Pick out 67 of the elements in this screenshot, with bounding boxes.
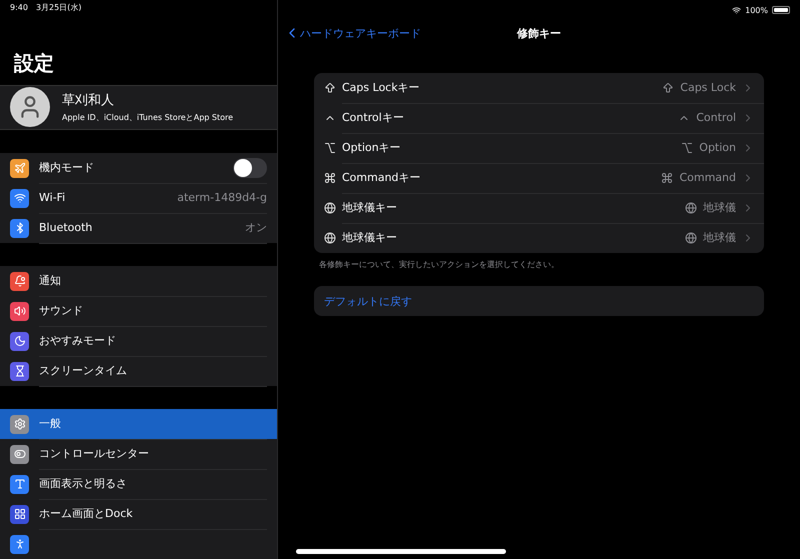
profile-subtitle: Apple ID、iCloud、iTunes StoreとApp Store	[62, 112, 234, 124]
profile-name: 草刈和人	[62, 92, 115, 110]
sidebar-item[interactable]: 機内モード	[0, 153, 277, 183]
avatar-icon	[10, 87, 50, 128]
modifier-key-row[interactable]: Commandキー Command	[314, 163, 764, 193]
sidebar-label: Wi-Fi	[39, 191, 66, 204]
battery-icon	[772, 6, 790, 14]
sidebar-value: オン	[245, 220, 267, 235]
sidebar-item[interactable]: スクリーンタイム	[0, 356, 277, 386]
globe-icon	[324, 202, 336, 214]
command-key-icon	[661, 172, 674, 184]
sidebar-item[interactable]: 一般	[0, 409, 277, 439]
sidebar-label: コントロールセンター	[39, 446, 149, 461]
sidebar-item[interactable]: Wi-Fi aterm-1489d4-g	[0, 183, 277, 213]
key-label: Caps Lockキー	[342, 80, 420, 95]
sidebar-item[interactable]: 画面表示と明るさ	[0, 469, 277, 499]
key-value: Option	[699, 141, 736, 154]
globe-icon	[685, 232, 697, 244]
reset-button[interactable]: デフォルトに戻す	[314, 286, 764, 316]
sidebar-label: サウンド	[39, 303, 83, 318]
key-label: 地球儀キー	[342, 200, 397, 215]
shift-arrow-icon	[324, 82, 336, 94]
sidebar-item[interactable]: コントロールセンター	[0, 439, 277, 469]
status-date: 3月25日(水)	[36, 2, 82, 14]
toggle-switch[interactable]	[233, 158, 267, 178]
sidebar-item[interactable]: おやすみモード	[0, 326, 277, 356]
wifi-icon	[732, 6, 742, 14]
nav-title: 修飾キー	[517, 26, 561, 40]
sidebar-label: 通知	[39, 273, 61, 288]
option-key-icon	[681, 142, 694, 154]
sidebar-item[interactable]: ホーム画面とDock	[0, 499, 277, 529]
modifier-key-row[interactable]: Controlキー Control	[314, 103, 764, 133]
key-label: 地球儀キー	[342, 230, 397, 245]
sidebar-label: 画面表示と明るさ	[39, 476, 127, 491]
modifier-key-row[interactable]: 地球儀キー 地球儀	[314, 193, 764, 223]
key-label: Commandキー	[342, 170, 421, 185]
key-value: Caps Lock	[680, 81, 736, 94]
footer-note: 各修飾キーについて、実行したいアクションを選択してください。	[319, 259, 560, 270]
shift-arrow-icon	[662, 82, 674, 94]
battery-percent: 100%	[745, 6, 768, 14]
sidebar-label: ホーム画面とDock	[39, 506, 133, 521]
key-label: Optionキー	[342, 140, 401, 155]
globe-icon	[685, 202, 697, 214]
sidebar-item[interactable]: サウンド	[0, 296, 277, 326]
command-key-icon	[324, 172, 336, 184]
modifier-key-row[interactable]: Caps Lockキー Caps Lock	[314, 73, 764, 103]
sidebar-item[interactable]: 通知	[0, 266, 277, 296]
key-label: Controlキー	[342, 110, 404, 125]
sidebar-item[interactable]: Bluetooth オン	[0, 213, 277, 243]
sidebar-label: スクリーンタイム	[39, 363, 127, 378]
option-key-icon	[324, 142, 336, 154]
sidebar-label: Bluetooth	[39, 221, 92, 234]
key-value: Command	[679, 171, 736, 184]
sidebar-label: おやすみモード	[39, 333, 116, 348]
page-title: 設定	[14, 50, 55, 77]
sidebar-value: aterm-1489d4-g	[177, 191, 267, 204]
key-value: 地球儀	[703, 200, 736, 215]
modifier-key-row[interactable]: Optionキー Option	[314, 133, 764, 163]
sidebar-label: 機内モード	[39, 160, 94, 175]
sidebar-label: 一般	[39, 416, 61, 431]
back-link[interactable]: ハードウェアキーボード	[284, 25, 421, 41]
profile-row[interactable]: 草刈和人 Apple ID、iCloud、iTunes StoreとApp Store	[0, 84, 277, 130]
key-value: Control	[696, 111, 736, 124]
modifier-key-row[interactable]: 地球儀キー 地球儀	[314, 223, 764, 253]
status-time: 9:40	[10, 3, 28, 12]
globe-icon	[324, 232, 336, 244]
key-value: 地球儀	[703, 230, 736, 245]
